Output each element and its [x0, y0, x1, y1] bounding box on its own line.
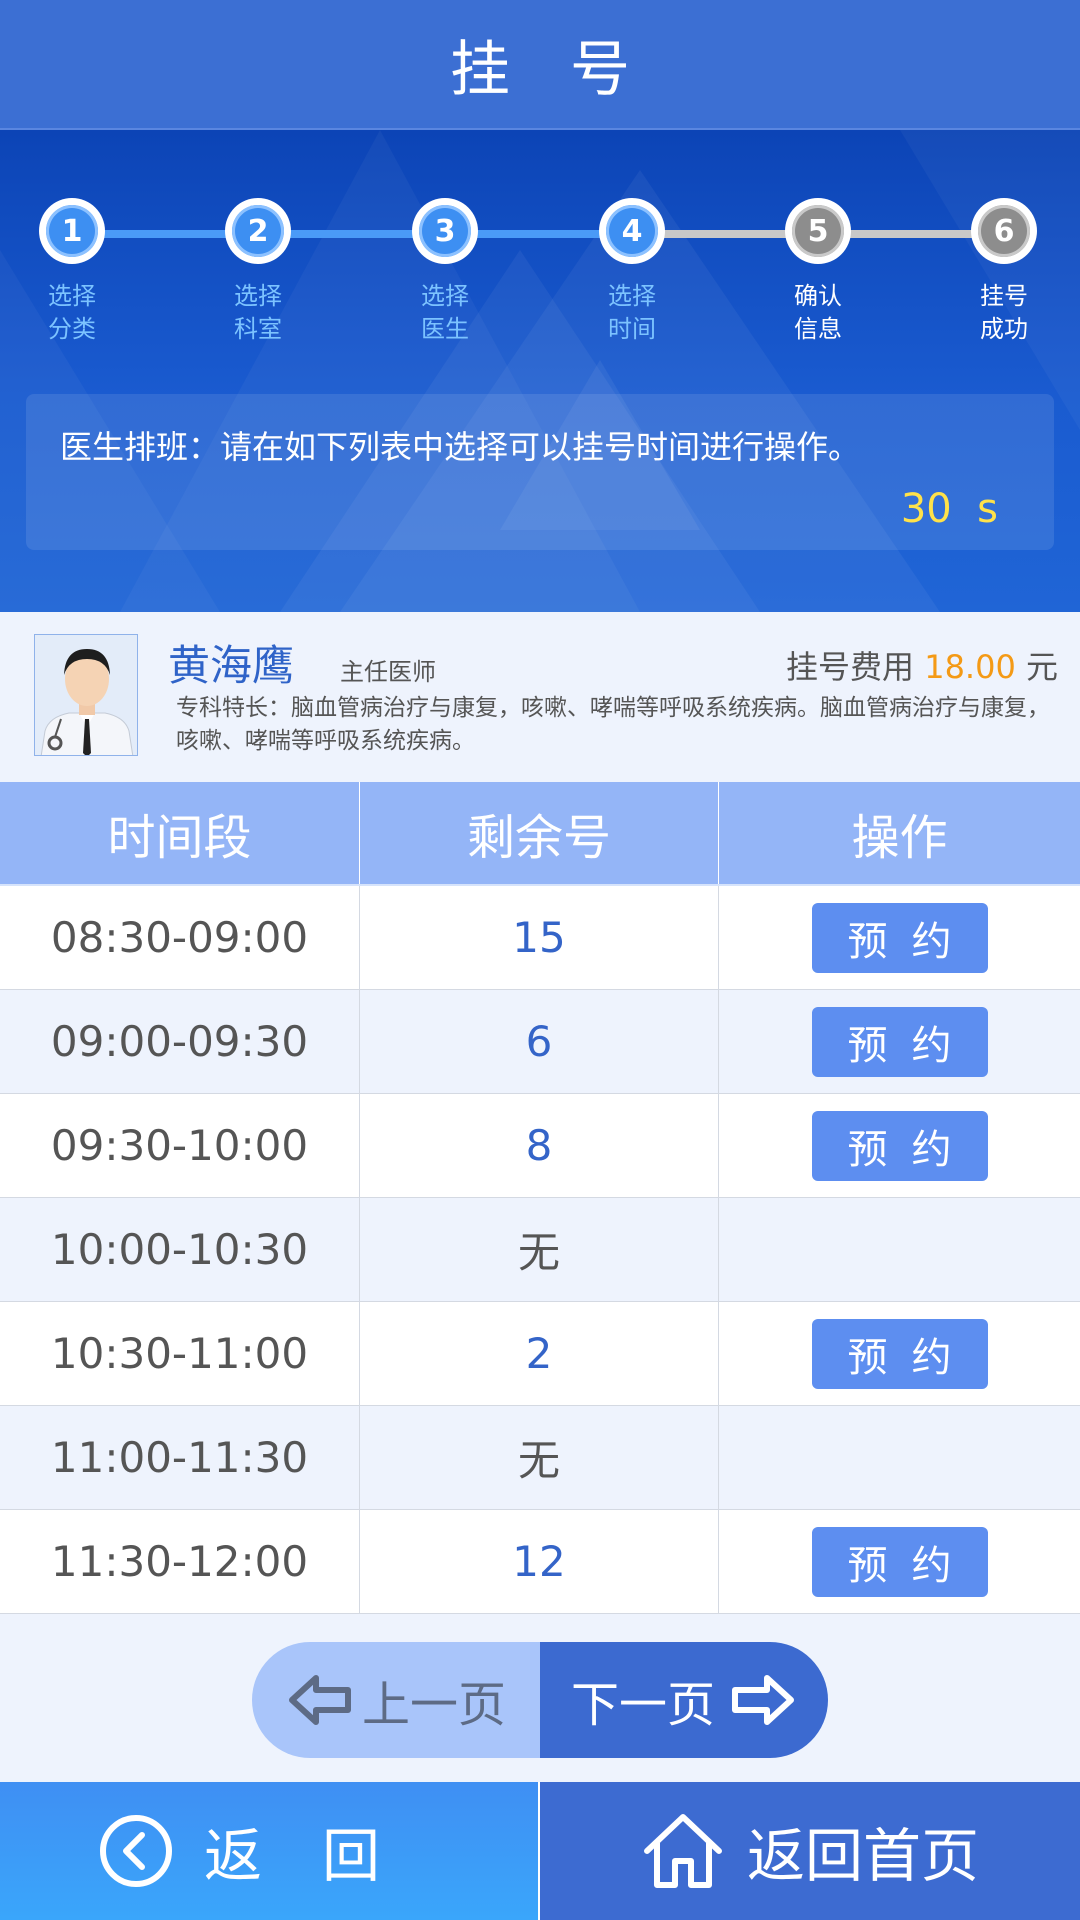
page-title: 挂号 — [450, 34, 690, 105]
remaining-count-cell: 6 — [360, 990, 719, 1093]
step-number: 1 — [46, 205, 98, 257]
step-5-indicator: 5 — [785, 198, 851, 264]
doctor-name: 黄海鹰 — [168, 641, 295, 690]
doctor-specialty: 专科特长：脑血管病治疗与康复，咳嗽、哮喘等呼吸系统疾病。脑血管病治疗与康复，咳嗽… — [176, 695, 1050, 754]
column-header-remaining: 剩余号 — [360, 782, 719, 884]
step-1-label: 选择 分类 — [22, 280, 122, 346]
progress-line-done — [72, 230, 632, 238]
table-row: 08:30-09:00 15 预约 — [0, 886, 1080, 990]
time-slot-cell: 10:00-10:30 — [0, 1198, 360, 1301]
column-header-action: 操作 — [851, 810, 948, 866]
action-cell — [719, 1406, 1080, 1509]
step-3-label: 选择 医生 — [395, 280, 495, 346]
step-4-indicator: 4 — [599, 198, 665, 264]
action-cell: 预约 — [719, 1094, 1080, 1197]
home-label: 返回首页 — [746, 1822, 979, 1890]
back-circle-icon — [99, 1815, 172, 1887]
table-row: 10:30-11:00 2 预约 — [0, 1302, 1080, 1406]
step-2-label: 选择 科室 — [208, 280, 308, 346]
step-label-line: 选择 — [234, 282, 282, 310]
bottom-nav: 返回 返回首页 — [0, 1782, 1080, 1920]
step-1-indicator: 1 — [39, 198, 105, 264]
book-button[interactable]: 预约 — [811, 1318, 988, 1389]
table-body: 08:30-09:00 15 预约 09:00-09:30 6 预约 09:30-10:00… — [0, 886, 1080, 1614]
step-label-line: 选择 — [48, 282, 96, 310]
step-number: 3 — [419, 205, 471, 257]
step-label-line: 信息 — [794, 315, 842, 343]
arrow-left-icon — [288, 1675, 351, 1725]
step-label-line: 时间 — [608, 315, 656, 343]
step-number: 6 — [978, 205, 1030, 257]
time-slot-cell: 10:30-11:00 — [0, 1302, 360, 1405]
table-row: 11:30-12:00 12 预约 — [0, 1510, 1080, 1614]
next-page-label: 下一页 — [570, 1677, 715, 1733]
step-label-line: 挂号 — [980, 282, 1028, 310]
arrow-right-icon — [732, 1675, 794, 1725]
step-label-line: 分类 — [48, 315, 96, 343]
table-row: 11:00-11:30 无 — [0, 1406, 1080, 1510]
countdown-timer: 30 s — [900, 486, 998, 532]
step-3-indicator: 3 — [412, 198, 478, 264]
time-slot-cell: 11:30-12:00 — [0, 1510, 360, 1613]
doctor-info-panel: 黄海鹰 主任医师 挂号费用 18.00 元 专科特长：脑血管病治疗与康复，咳嗽、… — [0, 612, 1080, 782]
header-bar: 挂号 — [0, 0, 1080, 130]
prev-page-button[interactable]: 上一页 — [252, 1642, 540, 1758]
column-header-time: 时间段 — [0, 782, 360, 884]
book-button[interactable]: 预约 — [811, 1006, 988, 1077]
time-slot-cell: 08:30-09:00 — [0, 886, 360, 989]
time-slot-cell: 09:30-10:00 — [0, 1094, 360, 1197]
time-slot-cell: 11:00-11:30 — [0, 1406, 360, 1509]
step-4-label: 选择 时间 — [582, 280, 682, 346]
table-row: 09:00-09:30 6 预约 — [0, 990, 1080, 1094]
remaining-count-cell: 12 — [360, 1510, 719, 1613]
time-slot-cell: 09:00-09:30 — [0, 990, 360, 1093]
back-button[interactable]: 返回 — [0, 1782, 540, 1920]
step-6-indicator: 6 — [971, 198, 1037, 264]
action-cell: 预约 — [719, 1510, 1080, 1613]
fee-amount: 18.00 — [924, 648, 1016, 686]
home-button[interactable]: 返回首页 — [540, 1782, 1080, 1920]
step-number: 5 — [792, 205, 844, 257]
next-page-button[interactable]: 下一页 — [540, 1642, 828, 1758]
schedule-table: 时间段 剩余号 操作 08:30-09:00 15 预约 09:00-09:30 6 预约… — [0, 782, 1080, 1614]
remaining-count-cell: 无 — [360, 1406, 719, 1509]
remaining-count-cell: 无 — [360, 1198, 719, 1301]
step-label-line: 确认 — [794, 282, 842, 310]
pager: 上一页 下一页 — [252, 1642, 828, 1758]
notice-text: 医生排班：请在如下列表中选择可以挂号时间进行操作。 — [60, 428, 861, 466]
step-5-label: 确认 信息 — [768, 280, 868, 346]
action-cell — [719, 1198, 1080, 1301]
step-number: 4 — [606, 205, 658, 257]
registration-fee: 挂号费用 18.00 元 — [786, 642, 1058, 688]
remaining-count-cell: 8 — [360, 1094, 719, 1197]
step-label-line: 科室 — [234, 315, 282, 343]
step-label-line: 选择 — [421, 282, 469, 310]
fee-unit: 元 — [1025, 648, 1058, 686]
notice-box: 医生排班：请在如下列表中选择可以挂号时间进行操作。 30 s — [26, 394, 1054, 550]
action-cell: 预约 — [719, 886, 1080, 989]
remaining-count-cell: 15 — [360, 886, 719, 989]
book-button[interactable]: 预约 — [811, 1110, 988, 1181]
home-icon — [643, 1814, 722, 1888]
step-6-label: 挂号 成功 — [954, 280, 1054, 346]
progress-banner: 1 选择分类 2 选择科室 3 选择医生 4 选择时间 5 确认信息 6 挂号成功 医生排班：请在如下… — [0, 130, 1080, 612]
remaining-count-cell: 2 — [360, 1302, 719, 1405]
action-cell: 预约 — [719, 1302, 1080, 1405]
prev-page-label: 上一页 — [361, 1677, 506, 1733]
table-row: 09:30-10:00 8 预约 — [0, 1094, 1080, 1198]
table-row: 10:00-10:30 无 — [0, 1198, 1080, 1302]
book-button[interactable]: 预约 — [811, 1526, 988, 1597]
fee-label: 挂号费用 — [786, 648, 915, 686]
doctor-avatar — [34, 634, 138, 756]
step-label-line: 选择 — [608, 282, 656, 310]
step-2-indicator: 2 — [225, 198, 291, 264]
step-label-line: 医生 — [421, 315, 469, 343]
step-number: 2 — [232, 205, 284, 257]
back-label: 返回 — [203, 1822, 440, 1890]
table-header: 时间段 剩余号 操作 — [0, 782, 1080, 886]
book-button[interactable]: 预约 — [811, 902, 988, 973]
step-label-line: 成功 — [980, 315, 1028, 343]
action-cell: 预约 — [719, 990, 1080, 1093]
doctor-title: 主任医师 — [340, 658, 436, 686]
